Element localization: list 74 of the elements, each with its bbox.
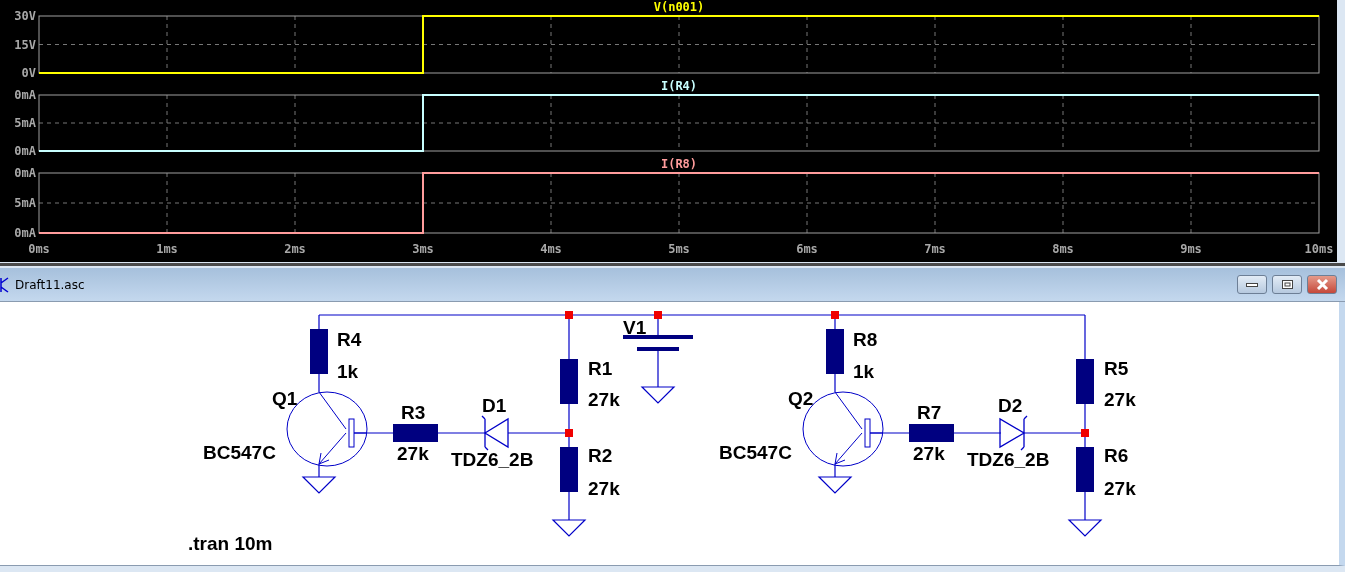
- component-name: R7: [917, 402, 942, 423]
- axis-label: 2ms: [284, 242, 306, 256]
- component-name: D1: [482, 395, 507, 416]
- wire: [437, 432, 486, 434]
- spice-directive[interactable]: .tran 10m: [188, 533, 273, 554]
- axis-label: 30V: [14, 9, 36, 23]
- component-name: R6: [1104, 445, 1129, 466]
- component-value: 27k: [913, 443, 945, 464]
- axis-label: 5ms: [668, 242, 690, 256]
- component-name: R5: [1104, 358, 1129, 379]
- trace-title[interactable]: I(R4): [660, 80, 698, 93]
- wire: [318, 463, 320, 478]
- component-name: D2: [998, 395, 1023, 416]
- trace-title[interactable]: I(R8): [660, 158, 698, 171]
- close-button[interactable]: [1307, 275, 1337, 294]
- voltage-source-symbol[interactable]: [623, 335, 693, 351]
- axis-label: 6ms: [796, 242, 818, 256]
- axis-label: 3ms: [412, 242, 434, 256]
- wire: [568, 491, 570, 521]
- component-value: TDZ6_2B: [451, 449, 534, 470]
- component-value: 1k: [337, 361, 359, 382]
- axis-label: 15V: [14, 37, 36, 52]
- wire: [657, 348, 659, 388]
- window-title: Draft11.asc: [15, 277, 86, 292]
- wire: [318, 373, 320, 393]
- component-name: R3: [401, 402, 426, 423]
- component-name: R8: [853, 329, 878, 350]
- maximize-button[interactable]: [1272, 275, 1302, 294]
- wire: [834, 373, 836, 393]
- component-name: R4: [337, 329, 362, 350]
- component-name: R2: [588, 445, 613, 466]
- axis-label: 0mA: [14, 88, 36, 102]
- wire: [834, 463, 836, 478]
- minimize-icon: [1246, 282, 1258, 287]
- axis-label: 5mA: [14, 196, 36, 210]
- component-name: V1: [623, 317, 647, 338]
- component-value: TDZ6_2B: [967, 449, 1050, 470]
- maximize-icon: [1281, 280, 1293, 289]
- wire: [1084, 491, 1086, 521]
- wire: [953, 432, 1002, 434]
- component-value: 27k: [397, 443, 429, 464]
- component-value: 27k: [588, 389, 620, 410]
- axis-label: 9ms: [1180, 242, 1202, 256]
- axis-label: 0mA: [14, 144, 36, 158]
- component-value: BC547C: [203, 442, 276, 463]
- minimize-button[interactable]: [1237, 275, 1267, 294]
- axis-label: 0V: [21, 66, 36, 80]
- component-name: Q1: [272, 388, 298, 409]
- ground-symbol: [640, 386, 676, 404]
- axis-label: 7ms: [924, 242, 946, 256]
- transistor-icon: [0, 276, 10, 293]
- axis-label: 0mA: [14, 226, 36, 240]
- ground-symbol: [817, 476, 853, 494]
- axis-label: 1ms: [156, 242, 178, 256]
- trace-title[interactable]: V(n001): [653, 0, 705, 14]
- component-name: R1: [588, 358, 613, 379]
- close-icon: [1315, 279, 1329, 290]
- ground-symbol: [551, 519, 587, 537]
- axis-label: 10ms: [1304, 242, 1334, 256]
- axis-label: 8ms: [1052, 242, 1074, 256]
- axis-label: 0ms: [28, 242, 50, 256]
- component-value: 1k: [853, 361, 875, 382]
- ground-symbol: [301, 476, 337, 494]
- ground-symbol: [1067, 519, 1103, 537]
- component-name: Q2: [788, 388, 814, 409]
- axis-label: 4ms: [540, 242, 562, 256]
- component-value: 27k: [1104, 389, 1136, 410]
- component-value: BC547C: [719, 442, 792, 463]
- axis-label: 0mA: [14, 166, 36, 180]
- component-value: 27k: [588, 478, 620, 499]
- zener-diode-symbol[interactable]: [999, 415, 1028, 451]
- component-value: 27k: [1104, 478, 1136, 499]
- axis-label: 5mA: [14, 116, 36, 130]
- zener-diode-symbol[interactable]: [481, 415, 509, 451]
